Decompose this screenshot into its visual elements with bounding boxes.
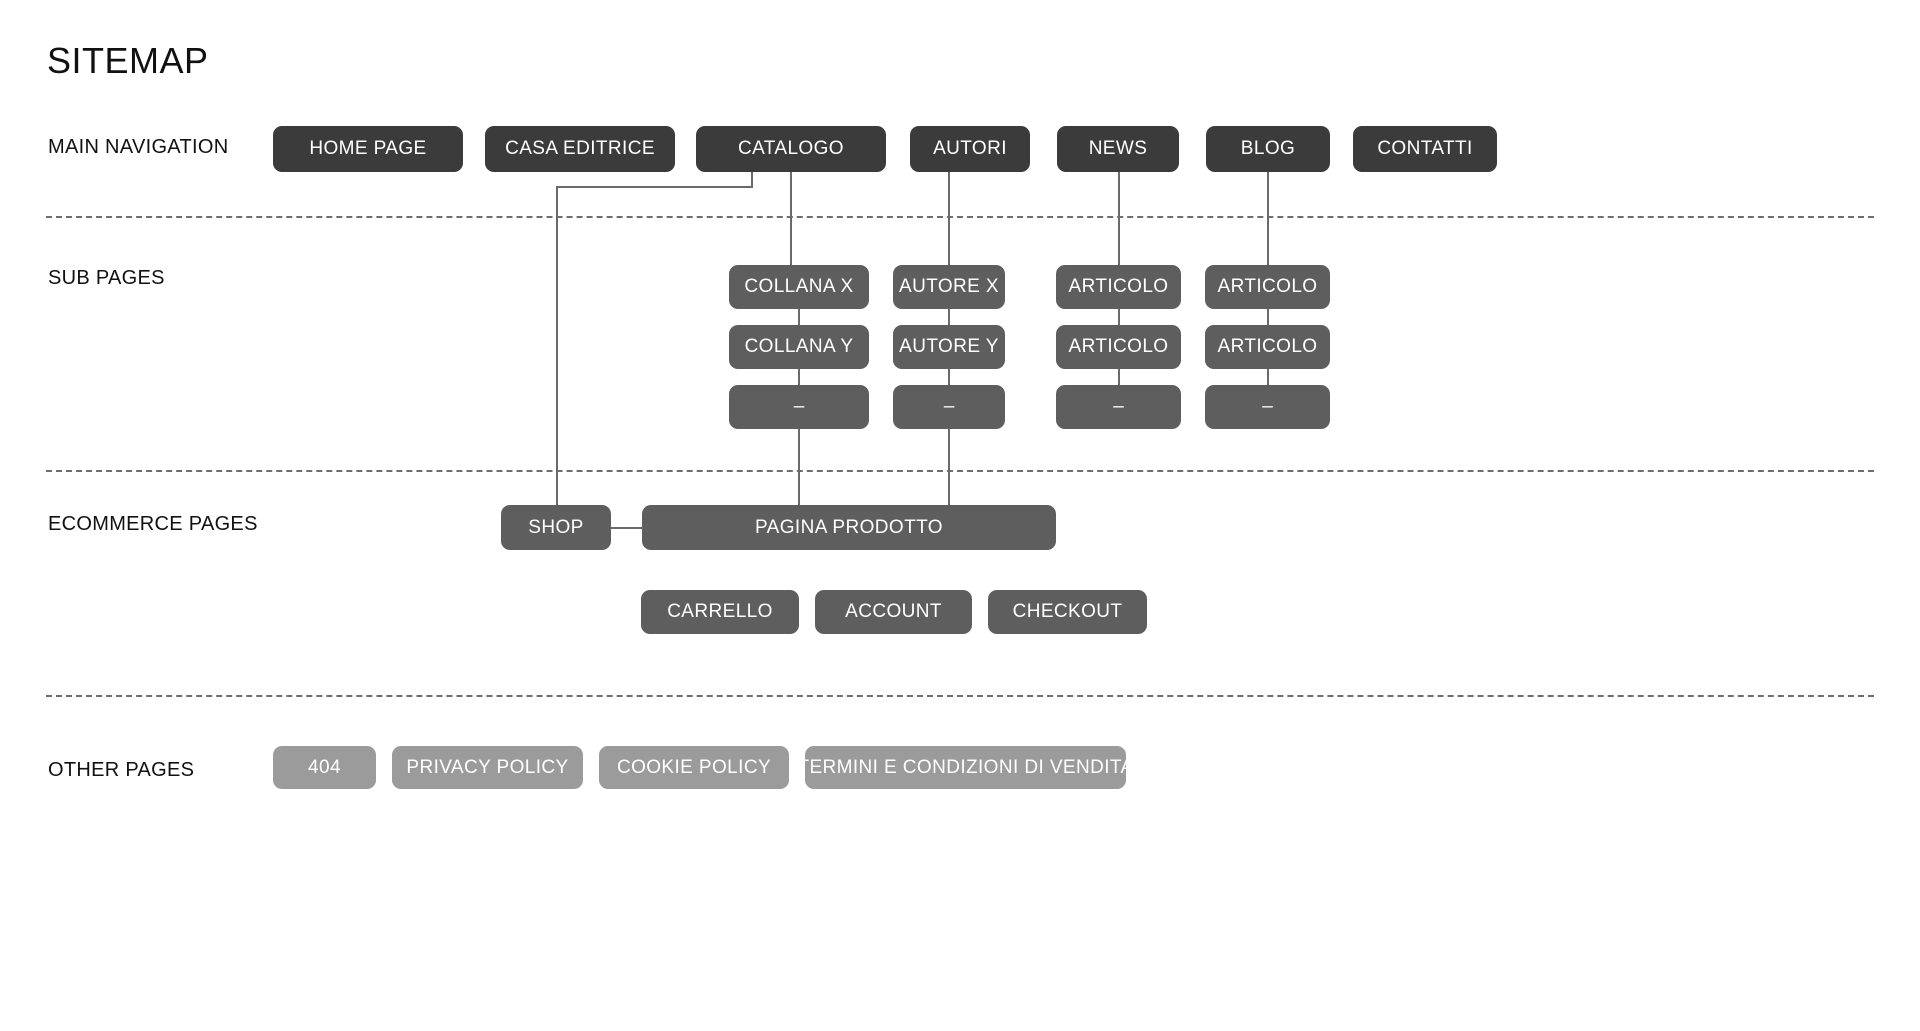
connector-news-articolo-2-to-blank bbox=[1118, 369, 1120, 386]
connector-news-articolo-1-to-2 bbox=[1118, 309, 1120, 326]
connector-catalogo-to-subpages bbox=[790, 172, 792, 265]
connector-autore-to-pagina-prodotto bbox=[948, 429, 950, 507]
node-label-news-articolo-2: ARTICOLO bbox=[1068, 336, 1169, 357]
node-label-catalogo: CATALOGO bbox=[738, 138, 844, 159]
node-label-contatti: CONTATTI bbox=[1377, 138, 1473, 159]
node-shop[interactable]: SHOP bbox=[501, 505, 611, 550]
section-label-sub-pages: SUB PAGES bbox=[48, 267, 165, 289]
node-carrello[interactable]: CARRELLO bbox=[641, 590, 799, 634]
node-label-autore-x: AUTORE X bbox=[899, 276, 999, 297]
section-label-main-navigation: MAIN NAVIGATION bbox=[48, 136, 229, 158]
node-label-blog-blank: – bbox=[1262, 396, 1273, 417]
node-label-autore-blank: – bbox=[943, 396, 955, 417]
node-label-privacy-policy: PRIVACY POLICY bbox=[406, 756, 569, 778]
node-cookie-policy[interactable]: COOKIE POLICY bbox=[599, 746, 789, 789]
node-termini-condizioni[interactable]: TERMINI E CONDIZIONI DI VENDITA bbox=[797, 746, 1133, 789]
node-news-articolo-1[interactable]: ARTICOLO bbox=[1056, 265, 1181, 309]
node-blog-articolo-1[interactable]: ARTICOLO bbox=[1205, 265, 1330, 309]
connector-shop-to-pagina-prodotto bbox=[610, 527, 643, 529]
node-label-collana-y: COLLANA Y bbox=[744, 336, 854, 357]
node-privacy-policy[interactable]: PRIVACY POLICY bbox=[392, 746, 583, 789]
node-label-collana-blank: – bbox=[793, 396, 805, 417]
node-autore-x[interactable]: AUTORE X bbox=[893, 265, 1005, 309]
node-catalogo[interactable]: CATALOGO bbox=[696, 126, 886, 172]
node-label-account: ACCOUNT bbox=[845, 601, 942, 622]
node-label-autore-y: AUTORE Y bbox=[899, 336, 999, 357]
connector-autore-x-to-y bbox=[948, 309, 950, 326]
connector-autori-to-subpages bbox=[948, 172, 950, 265]
sitemap-canvas: SITEMAP MAIN NAVIGATION SUB PAGES ECOMMERC… bbox=[0, 0, 1920, 1031]
divider-main-sub bbox=[46, 216, 1874, 218]
node-label-casa-editrice: CASA EDITRICE bbox=[505, 138, 655, 159]
node-label-carrello: CARRELLO bbox=[667, 601, 773, 622]
section-label-ecommerce-pages: ECOMMERCE PAGES bbox=[48, 513, 258, 535]
node-label-autori: AUTORI bbox=[933, 138, 1007, 159]
connector-catalogo-elbow-across bbox=[556, 186, 753, 188]
connector-collana-x-to-y bbox=[798, 309, 800, 326]
node-label-collana-x: COLLANA X bbox=[744, 276, 854, 297]
node-label-blog-articolo-2: ARTICOLO bbox=[1217, 336, 1318, 357]
connector-catalogo-elbow-to-shop bbox=[556, 186, 558, 506]
node-404[interactable]: 404 bbox=[273, 746, 376, 789]
node-label-blog: BLOG bbox=[1240, 138, 1296, 159]
node-news-articolo-2[interactable]: ARTICOLO bbox=[1056, 325, 1181, 369]
node-label-pagina-prodotto: PAGINA PRODOTTO bbox=[755, 516, 943, 538]
node-autore-blank[interactable]: – bbox=[893, 385, 1005, 429]
node-casa-editrice[interactable]: CASA EDITRICE bbox=[485, 126, 675, 172]
node-label-news: NEWS bbox=[1088, 138, 1148, 159]
node-news-blank[interactable]: – bbox=[1056, 385, 1181, 429]
node-label-home-page: HOME PAGE bbox=[309, 138, 427, 159]
connector-blog-to-subpages bbox=[1267, 172, 1269, 265]
connector-blog-articolo-1-to-2 bbox=[1267, 309, 1269, 326]
node-label-news-articolo-1: ARTICOLO bbox=[1068, 276, 1169, 297]
node-label-termini-condizioni: TERMINI E CONDIZIONI DI VENDITA bbox=[797, 756, 1134, 778]
node-autori[interactable]: AUTORI bbox=[910, 126, 1030, 172]
node-collana-y[interactable]: COLLANA Y bbox=[729, 325, 869, 369]
node-label-blog-articolo-1: ARTICOLO bbox=[1217, 276, 1318, 297]
node-label-shop: SHOP bbox=[528, 516, 584, 538]
node-blog[interactable]: BLOG bbox=[1206, 126, 1330, 172]
connector-autore-y-to-blank bbox=[948, 369, 950, 386]
node-home-page[interactable]: HOME PAGE bbox=[273, 126, 463, 172]
section-label-other-pages: OTHER PAGES bbox=[48, 759, 195, 781]
node-collana-blank[interactable]: – bbox=[729, 385, 869, 429]
node-label-cookie-policy: COOKIE POLICY bbox=[616, 756, 772, 778]
node-collana-x[interactable]: COLLANA X bbox=[729, 265, 869, 309]
node-contatti[interactable]: CONTATTI bbox=[1353, 126, 1497, 172]
connector-collana-to-pagina-prodotto bbox=[798, 429, 800, 507]
node-checkout[interactable]: CHECKOUT bbox=[988, 590, 1147, 634]
node-blog-blank[interactable]: – bbox=[1205, 385, 1330, 429]
node-account[interactable]: ACCOUNT bbox=[815, 590, 972, 634]
node-autore-y[interactable]: AUTORE Y bbox=[893, 325, 1005, 369]
connector-collana-y-to-blank bbox=[798, 369, 800, 386]
node-pagina-prodotto[interactable]: PAGINA PRODOTTO bbox=[642, 505, 1056, 550]
page-title: SITEMAP bbox=[47, 40, 209, 81]
connector-blog-articolo-2-to-blank bbox=[1267, 369, 1269, 386]
node-news[interactable]: NEWS bbox=[1057, 126, 1179, 172]
connector-news-to-subpages bbox=[1118, 172, 1120, 265]
node-label-news-blank: – bbox=[1113, 396, 1124, 417]
divider-ecommerce-other bbox=[46, 695, 1874, 697]
connector-catalogo-elbow-down bbox=[751, 172, 753, 187]
node-label-checkout: CHECKOUT bbox=[1012, 601, 1123, 622]
node-label-404: 404 bbox=[308, 756, 341, 778]
divider-sub-ecommerce bbox=[46, 470, 1874, 472]
node-blog-articolo-2[interactable]: ARTICOLO bbox=[1205, 325, 1330, 369]
